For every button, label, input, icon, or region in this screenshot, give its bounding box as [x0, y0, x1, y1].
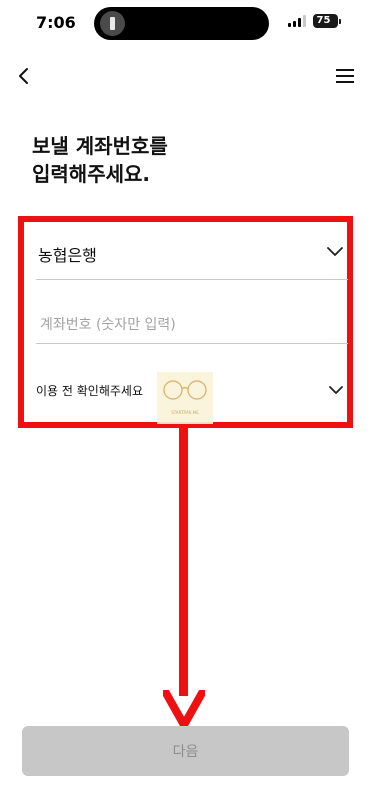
battery-percent: 75 — [316, 15, 331, 26]
page-title-line2: 입력해주세요. — [32, 162, 150, 186]
bank-select[interactable]: 농협은행 — [36, 236, 348, 280]
cellular-signal-icon — [288, 15, 306, 27]
flashlight-icon — [100, 11, 125, 36]
notice-label: 이용 전 확인해주세요 — [36, 384, 143, 398]
chevron-down-icon — [327, 247, 343, 256]
battery-tip — [339, 19, 341, 24]
menu-button[interactable] — [334, 66, 356, 86]
chevron-down-icon — [329, 386, 343, 394]
status-bar: 7:06 75 — [0, 0, 371, 48]
status-time: 7:06 — [36, 13, 76, 32]
battery-icon: 75 — [313, 14, 338, 28]
bank-select-value: 농협은행 — [38, 246, 97, 265]
annotation-arrow-shaft — [179, 428, 188, 696]
account-number-input[interactable] — [36, 306, 348, 344]
arrow-down-icon — [163, 690, 205, 729]
glasses-icon — [163, 380, 207, 400]
chevron-left-icon — [19, 68, 28, 84]
page-title-line1: 보낼 계좌번호를 — [32, 134, 168, 158]
back-button[interactable] — [12, 64, 36, 88]
hamburger-menu-icon — [336, 69, 354, 83]
page-title: 보낼 계좌번호를 입력해주세요. — [32, 132, 332, 188]
watermark-text: STARTRAK.ME — [171, 410, 199, 415]
dynamic-island — [94, 7, 269, 40]
next-button[interactable]: 다음 — [22, 726, 349, 776]
watermark-logo: STARTRAK.ME — [157, 372, 213, 424]
